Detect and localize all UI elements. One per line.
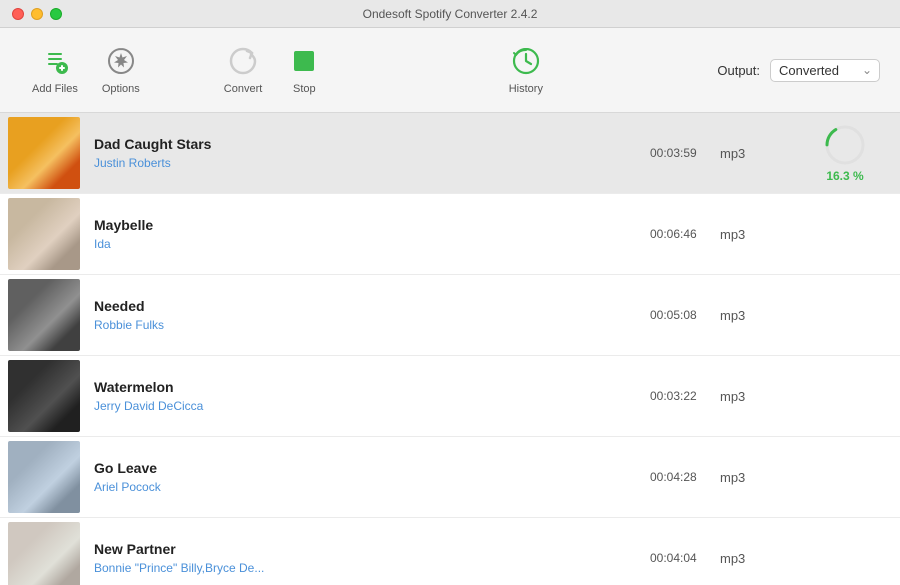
song-info: Go Leave Ariel Pocock (86, 450, 650, 504)
song-format: mp3 (720, 551, 800, 566)
song-list: Dad Caught StarsJustin Roberts00:03:59mp… (0, 113, 900, 585)
output-select[interactable]: Converted Desktop Music Downloads (770, 59, 880, 82)
maximize-button[interactable] (50, 8, 62, 20)
song-info: New Partner Bonnie "Prince" Billy,Bryce D… (86, 531, 650, 585)
song-format: mp3 (720, 146, 800, 161)
song-title: Needed (94, 298, 642, 314)
song-artist: Justin Roberts (94, 156, 642, 170)
album-art (8, 522, 80, 585)
song-row[interactable]: Needed Robbie Fulks 00:05:08mp3 (0, 275, 900, 356)
title-bar: Ondesoft Spotify Converter 2.4.2 (0, 0, 900, 28)
song-artist: Ida (94, 237, 642, 251)
convert-label: Convert (224, 83, 263, 95)
song-duration: 00:03:59 (650, 146, 720, 160)
options-button[interactable]: Options (90, 37, 152, 103)
options-icon (105, 45, 137, 77)
song-row[interactable]: Maybelle Ida 00:06:46mp3 (0, 194, 900, 275)
song-info: Watermelon Jerry David DeCicca (86, 369, 650, 423)
album-art (8, 198, 80, 270)
album-art (8, 279, 80, 351)
history-icon (510, 45, 542, 77)
song-row[interactable]: Dad Caught Stars Justin Roberts 00:03:59mp… (0, 113, 900, 194)
song-artist: Robbie Fulks (94, 318, 642, 332)
song-artist: Jerry David DeCicca (94, 399, 642, 413)
output-select-wrap: Converted Desktop Music Downloads (770, 59, 880, 82)
convert-icon (227, 45, 259, 77)
album-art (8, 441, 80, 513)
stop-label: Stop (293, 83, 316, 95)
song-title: Dad Caught Stars (94, 136, 642, 152)
song-artist: Ariel Pocock (94, 480, 642, 494)
song-duration: 00:03:22 (650, 389, 720, 403)
output-label: Output: (717, 63, 760, 78)
stop-button[interactable]: Stop (274, 37, 334, 103)
song-title: New Partner (94, 541, 642, 557)
output-section: Output: Converted Desktop Music Download… (717, 59, 880, 82)
song-status: 16.3 % (800, 123, 900, 183)
song-duration: 00:04:28 (650, 470, 720, 484)
album-art (8, 360, 80, 432)
options-label: Options (102, 83, 140, 95)
song-format: mp3 (720, 308, 800, 323)
song-info: Dad Caught Stars Justin Roberts (86, 126, 650, 180)
close-button[interactable] (12, 8, 24, 20)
song-row[interactable]: Watermelon Jerry David DeCicca 00:03:22mp3 (0, 356, 900, 437)
history-button[interactable]: History (496, 37, 556, 103)
song-title: Go Leave (94, 460, 642, 476)
convert-button[interactable]: Convert (212, 37, 275, 103)
song-row[interactable]: New Partner Bonnie "Prince" Billy,Bryce D… (0, 518, 900, 585)
song-format: mp3 (720, 470, 800, 485)
song-format: mp3 (720, 227, 800, 242)
song-duration: 00:05:08 (650, 308, 720, 322)
song-title: Watermelon (94, 379, 642, 395)
song-title: Maybelle (94, 217, 642, 233)
song-duration: 00:06:46 (650, 227, 720, 241)
toolbar: Add Files Options Convert Stop (0, 28, 900, 113)
song-info: Maybelle Ida (86, 207, 650, 261)
minimize-button[interactable] (31, 8, 43, 20)
song-artist: Bonnie "Prince" Billy,Bryce De... (94, 561, 642, 575)
song-format: mp3 (720, 389, 800, 404)
song-row[interactable]: Go Leave Ariel Pocock 00:04:28mp3 (0, 437, 900, 518)
stop-icon (288, 45, 320, 77)
add-files-button[interactable]: Add Files (20, 37, 90, 103)
app-title: Ondesoft Spotify Converter 2.4.2 (363, 7, 538, 21)
history-label: History (509, 83, 543, 95)
song-duration: 00:04:04 (650, 551, 720, 565)
traffic-lights (12, 8, 62, 20)
progress-label: 16.3 % (826, 169, 863, 183)
progress-circle-svg (823, 123, 867, 167)
add-files-label: Add Files (32, 83, 78, 95)
song-info: Needed Robbie Fulks (86, 288, 650, 342)
album-art (8, 117, 80, 189)
add-files-icon (39, 45, 71, 77)
